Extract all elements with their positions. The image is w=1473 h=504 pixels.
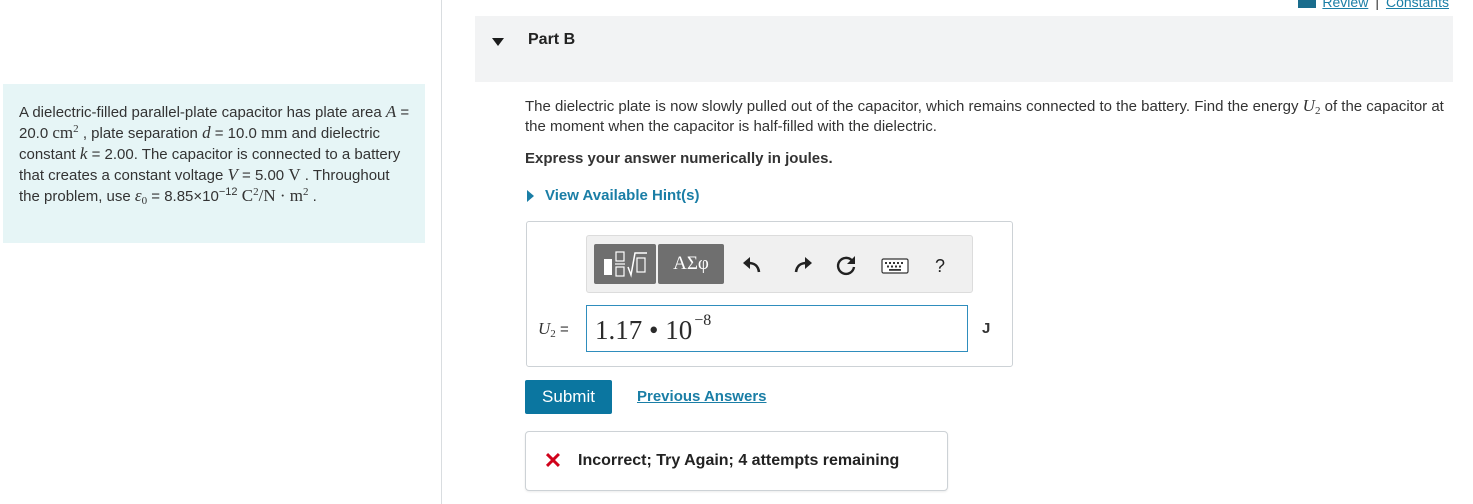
hints-label: View Available Hint(s) (545, 187, 700, 204)
problem-text: = 8.85×10 (147, 188, 219, 205)
review-link[interactable]: Review (1322, 0, 1368, 10)
math-toolbar: ΑΣφ ? (586, 235, 973, 293)
part-title: Part B (528, 31, 576, 48)
help-button[interactable]: ? (928, 254, 952, 278)
answer-box: ΑΣφ ? U2 = 1.17 • 10 −8 J (526, 221, 1013, 367)
exponent: −12 (218, 186, 238, 198)
feedback-box: ✕ Incorrect; Try Again; 4 attempts remai… (525, 431, 948, 491)
reset-icon[interactable] (834, 254, 858, 278)
problem-text: A dielectric-filled parallel-plate capac… (19, 104, 386, 121)
submit-button[interactable]: Submit (525, 380, 612, 414)
answer-input[interactable]: 1.17 • 10 −8 (586, 305, 968, 352)
problem-statement: A dielectric-filled parallel-plate capac… (3, 84, 425, 243)
answer-exponent: −8 (694, 312, 712, 329)
part-header[interactable]: Part B (475, 16, 1453, 82)
voltage-symbol: V (227, 165, 238, 184)
question-text-part: The dielectric plate is now slowly pulle… (525, 98, 1303, 115)
link-separator: | (1375, 0, 1379, 10)
answer-variable-label: U2 = (538, 319, 569, 340)
energy-symbol: U (538, 319, 551, 338)
book-icon (1298, 0, 1317, 8)
previous-answers-link[interactable]: Previous Answers (637, 388, 767, 405)
area-symbol: A (385, 102, 397, 121)
newton-meter-unit: /N · m (258, 186, 303, 205)
problem-text: = 5.00 (237, 167, 289, 184)
feedback-text: Incorrect; Try Again; 4 attempts remaini… (578, 452, 900, 469)
energy-symbol: U (1302, 96, 1315, 115)
caret-right-icon (527, 189, 534, 202)
separation-unit: mm (261, 123, 288, 142)
equals-sign: = (555, 321, 569, 338)
column-divider (441, 0, 442, 504)
answer-instruction: Express your answer numerically in joule… (525, 150, 833, 167)
constants-link[interactable]: Constants (1386, 0, 1449, 10)
answer-value: 1.17 • 10 (595, 315, 693, 345)
problem-text: = 10.0 (210, 125, 262, 142)
question-text: The dielectric plate is now slowly pulle… (525, 96, 1445, 137)
problem-text: . (308, 188, 317, 205)
separation-symbol: d (202, 123, 211, 142)
undo-icon[interactable] (740, 254, 764, 278)
caret-down-icon[interactable] (492, 38, 504, 46)
unit-label: J (982, 320, 991, 337)
fraction-sqrt-template-icon[interactable] (594, 244, 656, 284)
keyboard-icon[interactable] (880, 254, 910, 278)
redo-icon[interactable] (791, 254, 815, 278)
error-x-icon: ✕ (543, 448, 563, 473)
area-unit: cm (52, 123, 74, 142)
epsilon-symbol: ε (134, 186, 142, 205)
view-hints-link[interactable]: View Available Hint(s) (527, 187, 700, 204)
problem-text: , plate separation (78, 125, 203, 142)
top-links: Review | Constants (1298, 0, 1449, 10)
greek-symbols-button[interactable]: ΑΣφ (658, 244, 724, 284)
coulomb-unit: C (237, 186, 254, 205)
voltage-unit: V (288, 165, 301, 184)
